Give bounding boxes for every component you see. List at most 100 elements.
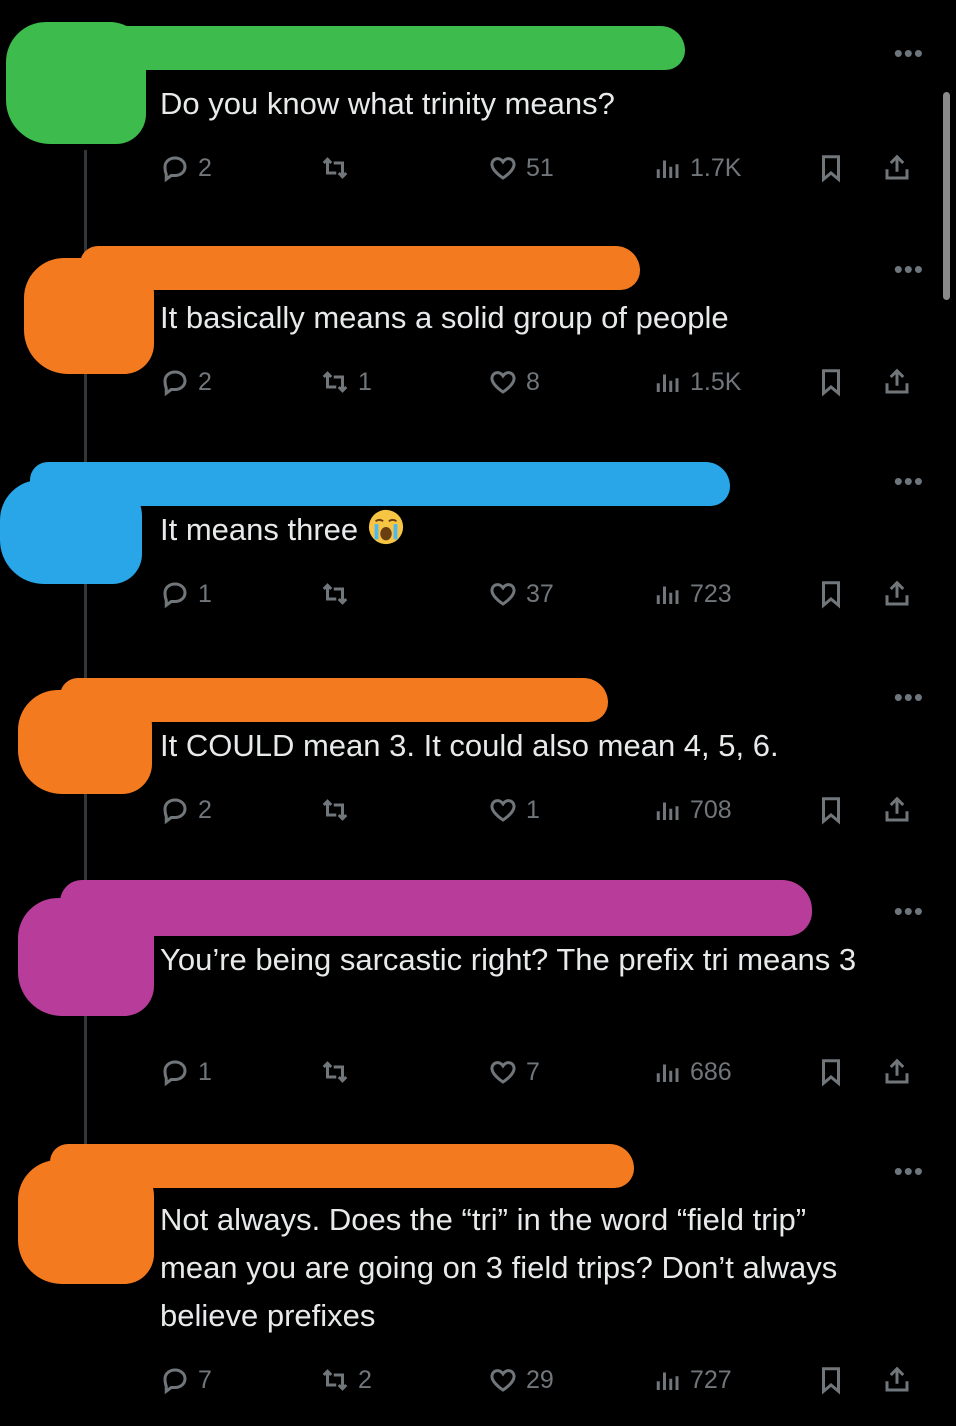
views-count: 727: [690, 1365, 732, 1394]
share-button[interactable]: [882, 1054, 912, 1090]
post: ••• It COULD mean 3. It could also mean …: [0, 662, 956, 862]
post-actions: 1 7 686: [160, 1054, 926, 1090]
like-count: 29: [526, 1365, 554, 1394]
redacted-username: [60, 880, 812, 936]
bookmark-button[interactable]: [816, 1362, 846, 1398]
views-button[interactable]: 686: [652, 1054, 732, 1090]
share-button[interactable]: [882, 1362, 912, 1398]
bookmark-button[interactable]: [816, 364, 846, 400]
like-button[interactable]: 7: [488, 1054, 540, 1090]
reply-icon: [163, 370, 187, 397]
views-count: 1.7K: [690, 153, 742, 182]
repost-icon: [322, 371, 348, 393]
more-options-button[interactable]: •••: [894, 256, 924, 282]
like-icon: [490, 1061, 516, 1084]
post: ••• Do you know what trinity means? 2 51…: [0, 0, 956, 210]
views-count: 708: [690, 795, 732, 824]
reply-button[interactable]: 1: [160, 576, 212, 612]
more-options-button[interactable]: •••: [894, 468, 924, 494]
post-text: Do you know what trinity means?: [160, 86, 615, 121]
post: ••• It means three 1 37 723: [0, 448, 956, 648]
repost-button[interactable]: [320, 150, 358, 186]
share-button[interactable]: [882, 364, 912, 400]
repost-button[interactable]: [320, 1054, 358, 1090]
bookmark-icon: [822, 1059, 840, 1087]
post-actions: 2 1 8 1.5K: [160, 364, 926, 400]
views-button[interactable]: 1.5K: [652, 364, 741, 400]
more-options-button[interactable]: •••: [894, 1158, 924, 1184]
reply-icon: [163, 1060, 187, 1087]
post-text: It basically means a solid group of peop…: [160, 300, 729, 335]
repost-button[interactable]: 1: [320, 364, 372, 400]
reply-count: 7: [198, 1365, 212, 1394]
like-icon: [490, 1369, 516, 1392]
like-button[interactable]: 37: [488, 576, 554, 612]
repost-icon: [322, 583, 348, 605]
repost-count: 1: [358, 367, 372, 396]
reply-icon: [163, 582, 187, 609]
share-icon: [885, 1366, 909, 1392]
bookmark-button[interactable]: [816, 150, 846, 186]
bookmark-icon: [822, 797, 840, 825]
bookmark-button[interactable]: [816, 1054, 846, 1090]
bookmark-button[interactable]: [816, 792, 846, 828]
like-button[interactable]: 51: [488, 150, 554, 186]
repost-button[interactable]: 2: [320, 1362, 372, 1398]
post: ••• Not always. Does the “tri” in the wo…: [0, 1130, 956, 1426]
share-button[interactable]: [882, 792, 912, 828]
bookmark-button[interactable]: [816, 576, 846, 612]
views-button[interactable]: 723: [652, 576, 732, 612]
post-actions: 7 2 29 727: [160, 1362, 926, 1398]
reply-count: 2: [198, 367, 212, 396]
share-icon: [885, 796, 909, 822]
like-button[interactable]: 29: [488, 1362, 554, 1398]
reply-icon: [163, 156, 187, 183]
post-actions: 1 37 723: [160, 576, 926, 612]
repost-icon: [322, 1061, 348, 1083]
like-icon: [490, 157, 516, 180]
reply-button[interactable]: 2: [160, 364, 212, 400]
post: ••• It basically means a solid group of …: [0, 228, 956, 428]
share-icon: [885, 1058, 909, 1084]
like-icon: [490, 371, 516, 394]
views-button[interactable]: 1.7K: [652, 150, 741, 186]
bookmark-icon: [822, 369, 840, 397]
more-options-button[interactable]: •••: [894, 684, 924, 710]
redacted-username: [60, 678, 608, 722]
like-button[interactable]: 1: [488, 792, 540, 828]
views-icon: [656, 160, 679, 178]
reply-button[interactable]: 2: [160, 792, 212, 828]
reply-count: 2: [198, 795, 212, 824]
repost-count: 2: [358, 1365, 372, 1394]
views-icon: [656, 802, 679, 820]
share-icon: [885, 368, 909, 394]
more-options-button[interactable]: •••: [894, 40, 924, 66]
post-text: It means three: [160, 506, 900, 554]
bookmark-icon: [822, 155, 840, 183]
reply-button[interactable]: 7: [160, 1362, 212, 1398]
repost-button[interactable]: [320, 792, 358, 828]
like-count: 51: [526, 153, 554, 182]
reply-button[interactable]: 1: [160, 1054, 212, 1090]
redacted-username: [40, 26, 685, 70]
post-text: You’re being sarcastic right? The prefix…: [160, 942, 857, 977]
views-button[interactable]: 727: [652, 1362, 732, 1398]
views-icon: [656, 374, 679, 392]
post-text-content: It means three: [160, 512, 359, 547]
bookmark-icon: [822, 581, 840, 609]
like-button[interactable]: 8: [488, 364, 540, 400]
views-count: 1.5K: [690, 367, 742, 396]
views-button[interactable]: 708: [652, 792, 732, 828]
reply-count: 2: [198, 153, 212, 182]
loudly-crying-face-icon: [368, 509, 403, 545]
like-icon: [490, 583, 516, 606]
more-options-button[interactable]: •••: [894, 898, 924, 924]
reply-button[interactable]: 2: [160, 150, 212, 186]
repost-button[interactable]: [320, 576, 358, 612]
reply-icon: [163, 798, 187, 825]
share-button[interactable]: [882, 576, 912, 612]
post: ••• You’re being sarcastic right? The pr…: [0, 870, 956, 1130]
post-text: Not always. Does the “tri” in the word “…: [160, 1202, 838, 1333]
share-button[interactable]: [882, 150, 912, 186]
like-icon: [490, 799, 516, 822]
